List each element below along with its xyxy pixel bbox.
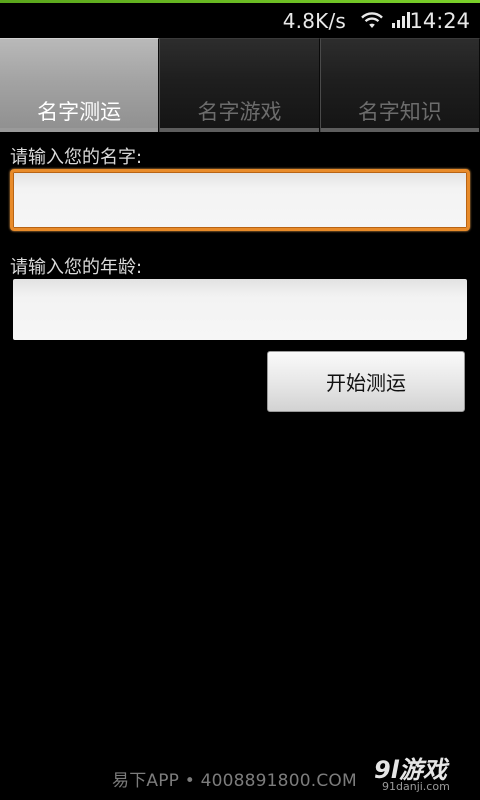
age-field-label: 请输入您的年龄: [10, 257, 143, 278]
tab-label: 名字游戏 [197, 100, 282, 124]
tab-indicator [0, 128, 159, 132]
tab-bar: 名字测运 名字游戏 名字知识 [0, 38, 480, 132]
age-input[interactable] [13, 279, 467, 340]
site-logo: 9l游戏 91danji.com [374, 750, 470, 794]
signal-icon [392, 12, 410, 28]
name-input[interactable] [10, 169, 470, 231]
logo-url: 91danji.com [382, 780, 450, 793]
watermark-text: 易下APP • 4008891800.COM [112, 771, 357, 791]
start-fortune-button[interactable]: 开始测运 [267, 351, 465, 412]
name-field-label: 请输入您的名字: [10, 147, 143, 168]
tab-indicator [160, 128, 319, 132]
tab-indicator [320, 128, 479, 132]
clock: 14:24 [409, 9, 470, 33]
wifi-icon [361, 12, 383, 28]
tab-label: 名字测运 [37, 100, 122, 124]
tab-name-game[interactable]: 名字游戏 [159, 38, 320, 132]
status-bar: 4.8K/s 14:24 [0, 3, 480, 38]
tab-label: 名字知识 [357, 100, 442, 124]
tab-name-knowledge[interactable]: 名字知识 [319, 38, 480, 132]
network-speed: 4.8K/s [282, 9, 346, 33]
tab-name-fortune[interactable]: 名字测运 [0, 38, 160, 132]
